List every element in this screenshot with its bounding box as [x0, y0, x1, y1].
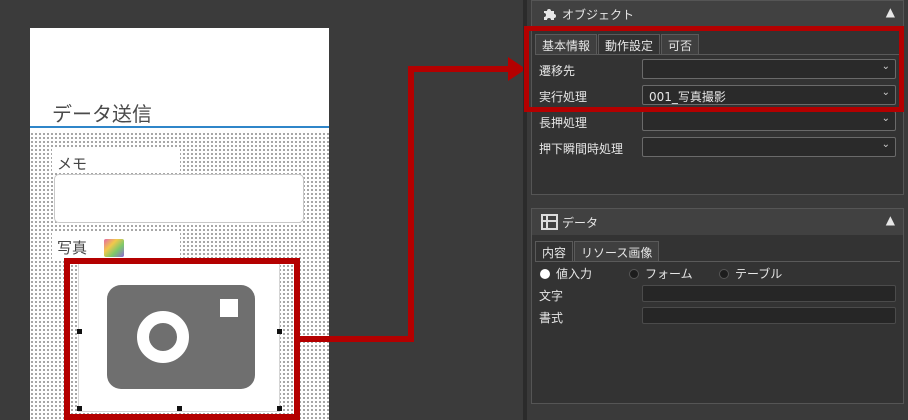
radio-table[interactable]: テーブル — [719, 265, 782, 282]
data-panel: データ ▲ 内容 リソース画像 値入力 フォーム テーブル 文字 書式 — [531, 208, 904, 404]
photo-label: 写真 — [57, 239, 88, 257]
radio-label: テーブル — [735, 267, 783, 281]
radio-selected-icon — [540, 269, 550, 279]
title-underline — [30, 126, 329, 128]
resize-handle[interactable] — [77, 329, 82, 334]
long-press-select[interactable]: ⌄ — [642, 111, 896, 131]
connector-arrow-segment — [300, 336, 414, 342]
highlight-frame-photo — [64, 258, 300, 420]
tab-baseline — [535, 261, 900, 262]
resize-handle[interactable] — [177, 406, 182, 411]
radio-label: フォーム — [645, 267, 693, 281]
connector-arrow-segment — [408, 66, 510, 72]
puzzle-icon — [544, 9, 556, 20]
memo-label: メモ — [57, 155, 88, 173]
press-moment-select[interactable]: ⌄ — [642, 137, 896, 157]
format-field[interactable] — [642, 307, 896, 324]
radio-form[interactable]: フォーム — [629, 265, 693, 282]
radio-label: 値入力 — [556, 267, 593, 281]
chevron-down-icon: ⌄ — [881, 113, 890, 124]
radio-unselected-icon — [629, 269, 639, 279]
chevron-up-icon[interactable]: ▲ — [886, 5, 895, 19]
tab-content[interactable]: 内容 — [535, 241, 574, 261]
resize-handle[interactable] — [277, 406, 282, 411]
object-panel-title: オブジェクト — [562, 8, 635, 22]
resize-handle[interactable] — [277, 329, 282, 334]
page-title: データ送信 — [52, 102, 152, 126]
tab-resource-image[interactable]: リソース画像 — [574, 241, 660, 261]
object-panel-header[interactable]: オブジェクト ▲ — [532, 1, 903, 27]
row-label-press-moment: 押下瞬間時処理 — [539, 142, 624, 156]
chevron-up-icon[interactable]: ▲ — [886, 213, 895, 227]
data-panel-title: データ — [562, 216, 599, 230]
radio-unselected-icon — [719, 269, 729, 279]
chevron-down-icon: ⌄ — [881, 139, 890, 150]
image-badge-icon — [104, 239, 124, 257]
memo-input[interactable] — [54, 174, 304, 223]
row-label-long-press: 長押処理 — [539, 116, 588, 130]
row-label-format: 書式 — [539, 311, 564, 325]
radio-value-input[interactable]: 値入力 — [540, 265, 592, 282]
text-field[interactable] — [642, 285, 896, 302]
data-panel-tabs: 内容 リソース画像 — [535, 241, 660, 261]
connector-arrow-segment — [408, 66, 414, 342]
highlight-frame-settings — [524, 26, 904, 112]
resize-handle[interactable] — [77, 406, 82, 411]
table-icon — [541, 214, 558, 230]
data-panel-header[interactable]: データ ▲ — [532, 209, 903, 235]
row-label-text: 文字 — [539, 289, 564, 303]
